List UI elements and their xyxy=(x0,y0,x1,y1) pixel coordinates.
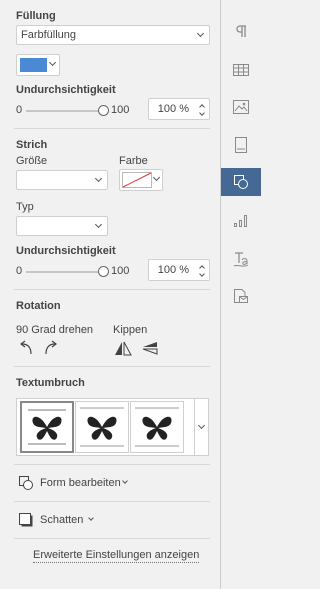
wrap-heading: Textumbruch xyxy=(16,377,85,389)
stroke-slider-max: 100 xyxy=(111,265,130,277)
stroke-color-picker[interactable] xyxy=(119,169,163,191)
wrap-style-more-button[interactable] xyxy=(194,398,209,456)
divider xyxy=(14,128,210,129)
image-icon xyxy=(233,100,249,114)
fill-type-value: Farbfüllung xyxy=(21,29,77,41)
shadow-label: Schatten xyxy=(40,514,84,526)
stroke-type-label: Typ xyxy=(16,201,34,213)
header-footer-settings-button[interactable] xyxy=(221,131,261,159)
divider xyxy=(14,538,210,539)
chevron-down-icon xyxy=(122,478,128,484)
flip-label: Kippen xyxy=(113,324,148,336)
paragraph-icon xyxy=(236,25,246,37)
mail-merge-icon xyxy=(234,289,248,303)
rotate-90-label: 90 Grad drehen xyxy=(16,324,94,336)
stroke-opacity-value: 100 % xyxy=(157,264,189,276)
no-color-swatch-icon xyxy=(122,172,152,188)
paragraph-settings-button[interactable] xyxy=(221,17,261,45)
shadow-icon xyxy=(19,513,33,527)
flip-horizontal-icon[interactable] xyxy=(114,341,132,356)
chart-icon xyxy=(234,215,247,227)
fill-opacity-value: 100 % xyxy=(157,103,189,115)
wrap-style-tight[interactable] xyxy=(130,401,184,453)
table-settings-button[interactable] xyxy=(221,56,261,84)
rotate-clockwise-icon[interactable] xyxy=(43,340,61,356)
shape-icon xyxy=(234,175,248,189)
spin-up-icon[interactable] xyxy=(199,265,205,271)
rotation-heading: Rotation xyxy=(16,300,61,312)
fill-slider-min: 0 xyxy=(16,104,23,116)
fill-heading: Füllung xyxy=(16,10,56,22)
fill-color-picker[interactable] xyxy=(16,54,60,76)
stroke-opacity-slider[interactable] xyxy=(26,271,104,273)
butterfly-icon xyxy=(80,407,124,447)
divider xyxy=(14,366,210,367)
fill-slider-max: 100 xyxy=(111,104,130,116)
chevron-down-icon xyxy=(94,220,103,229)
stroke-heading: Strich xyxy=(16,139,48,151)
stroke-slider-min: 0 xyxy=(16,265,23,277)
divider xyxy=(14,464,210,465)
shape-settings-button[interactable] xyxy=(221,168,261,196)
stroke-size-label: Größe xyxy=(16,155,48,167)
chevron-down-icon xyxy=(197,421,206,430)
fill-type-dropdown[interactable]: Farbfüllung xyxy=(16,25,210,45)
spin-down-icon[interactable] xyxy=(199,271,205,277)
stroke-type-dropdown[interactable] xyxy=(16,216,108,236)
fill-opacity-slider[interactable] xyxy=(26,110,104,112)
header-footer-icon xyxy=(235,137,247,153)
rotate-counterclockwise-icon[interactable] xyxy=(17,340,35,356)
chart-settings-button[interactable] xyxy=(221,207,261,235)
chevron-down-icon xyxy=(196,29,205,38)
edit-shape-icon xyxy=(19,476,33,490)
fill-opacity-slider-thumb[interactable] xyxy=(98,105,109,116)
stroke-color-label: Farbe xyxy=(119,155,148,167)
wrap-style-gallery xyxy=(16,398,209,456)
stroke-size-dropdown[interactable] xyxy=(16,170,108,190)
butterfly-icon xyxy=(28,409,66,445)
edit-shape-label: Form bearbeiten xyxy=(40,477,121,489)
fill-opacity-spinner[interactable]: 100 % xyxy=(148,98,210,120)
shadow-button[interactable]: Schatten xyxy=(16,511,116,529)
flip-vertical-icon[interactable] xyxy=(141,341,159,356)
wrap-style-square[interactable] xyxy=(75,401,129,453)
shape-settings-panel: Füllung Farbfüllung Undurchsichtigkeit 0… xyxy=(0,0,221,589)
chevron-down-icon xyxy=(152,173,161,182)
table-icon xyxy=(233,64,249,76)
spin-up-icon[interactable] xyxy=(199,104,205,110)
chevron-down-icon xyxy=(48,58,57,67)
text-art-settings-button[interactable] xyxy=(221,245,261,273)
butterfly-icon xyxy=(135,407,179,447)
right-sidebar xyxy=(221,0,261,589)
mail-merge-settings-button[interactable] xyxy=(221,282,261,310)
image-settings-button[interactable] xyxy=(221,93,261,121)
stroke-opacity-heading: Undurchsichtigkeit xyxy=(16,245,116,257)
divider xyxy=(14,501,210,502)
edit-shape-button[interactable]: Form bearbeiten xyxy=(16,474,146,492)
fill-opacity-heading: Undurchsichtigkeit xyxy=(16,84,116,96)
chevron-down-icon xyxy=(94,174,103,183)
advanced-settings-link[interactable]: Erweiterte Einstellungen anzeigen xyxy=(33,549,200,563)
text-art-icon xyxy=(233,252,249,267)
spin-down-icon[interactable] xyxy=(199,110,205,116)
stroke-opacity-slider-thumb[interactable] xyxy=(98,266,109,277)
chevron-down-icon xyxy=(88,515,94,521)
stroke-opacity-spinner[interactable]: 100 % xyxy=(148,259,210,281)
fill-color-swatch xyxy=(20,58,47,72)
wrap-style-inline[interactable] xyxy=(20,401,74,453)
divider xyxy=(14,289,210,290)
